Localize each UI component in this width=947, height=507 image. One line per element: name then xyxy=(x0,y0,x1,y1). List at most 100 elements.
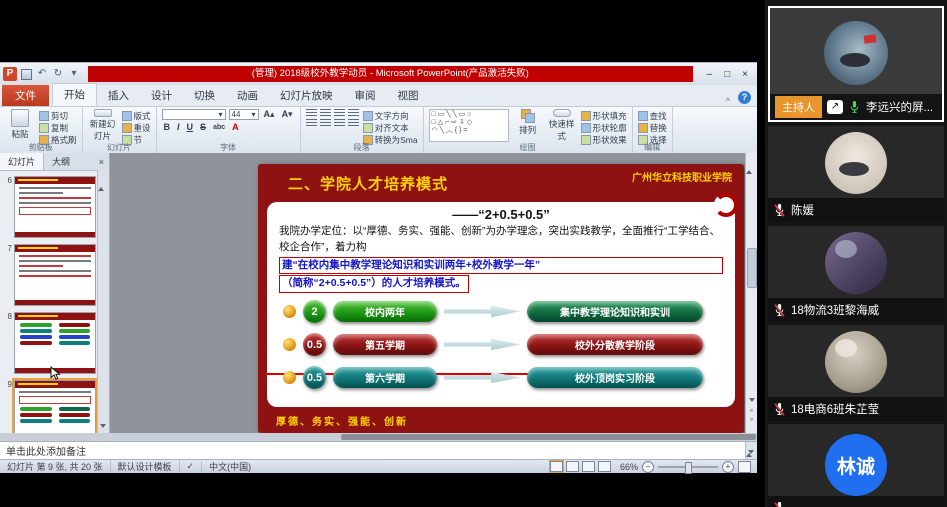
reading-view-icon[interactable] xyxy=(582,461,595,472)
thumbnail-slide-7[interactable] xyxy=(14,244,96,306)
bullets-icon[interactable] xyxy=(306,109,317,117)
pane-splitter[interactable] xyxy=(0,433,757,441)
next-slide-button[interactable]: » xyxy=(750,417,753,423)
reset-button[interactable]: 重设 xyxy=(122,122,151,134)
tab-view[interactable]: 视图 xyxy=(387,85,430,106)
scroll-down-icon[interactable] xyxy=(100,424,106,428)
tab-review[interactable]: 审阅 xyxy=(344,85,387,106)
tab-design[interactable]: 设计 xyxy=(140,85,183,106)
tab-animations[interactable]: 动画 xyxy=(226,85,269,106)
italic-button[interactable]: I xyxy=(175,122,182,132)
participant-tile-host[interactable]: 主持人 李远兴的屏... xyxy=(768,6,944,122)
zoom-slider-thumb[interactable] xyxy=(685,462,692,474)
scroll-down-icon[interactable] xyxy=(749,398,755,402)
theme-name[interactable]: 默认设计模板 xyxy=(111,460,180,473)
scroll-up-icon[interactable] xyxy=(98,170,104,191)
minimize-button[interactable]: – xyxy=(707,69,713,80)
grow-font-icon[interactable]: A▴ xyxy=(262,109,277,120)
strikethrough-button[interactable]: S xyxy=(198,122,208,132)
thumbnail-slide-6[interactable] xyxy=(14,176,96,238)
shapes-gallery[interactable]: □ ▭ ╲ ╲ ▭ ○ □ △ ⌐ ⇨ ⇩ ◇ ◠ ╲ ︿ { } = xyxy=(429,109,509,142)
scroll-down-icon[interactable] xyxy=(748,450,754,454)
slide-counter: 幻灯片 第 9 张, 共 20 张 xyxy=(0,460,111,473)
undo-icon[interactable] xyxy=(36,68,48,80)
current-slide[interactable]: 二、学院人才培养模式 广州华立科技职业学院 ——“2+0.5+0.5” 我院办学… xyxy=(258,164,744,433)
tab-insert[interactable]: 插入 xyxy=(97,85,140,106)
participant-tile[interactable]: 陈媛 xyxy=(768,126,944,222)
zoom-level[interactable]: 66% xyxy=(620,462,638,472)
tab-file[interactable]: 文件 xyxy=(2,85,49,106)
notes-pane[interactable]: 单击此处添加备注 xyxy=(0,441,757,459)
bold-button[interactable]: B xyxy=(162,122,173,132)
font-name-combobox[interactable]: ▾ xyxy=(162,109,226,120)
indent-increase-icon[interactable] xyxy=(348,109,359,117)
language-indicator[interactable]: 中文(中国) xyxy=(202,460,258,473)
arrange-button[interactable]: 排列 xyxy=(513,109,543,142)
font-size-combobox[interactable]: 44▾ xyxy=(229,109,259,120)
participant-tile[interactable]: 18电商6班朱芷莹 xyxy=(768,325,944,421)
previous-slide-button[interactable]: « xyxy=(750,408,753,414)
paste-button[interactable]: 粘贴 xyxy=(5,109,35,142)
find-button[interactable]: 查找 xyxy=(638,110,667,122)
align-left-icon[interactable] xyxy=(306,119,317,127)
restore-button[interactable]: □ xyxy=(724,69,730,80)
notes-scrollbar[interactable] xyxy=(745,442,757,459)
zoom-out-button[interactable]: − xyxy=(642,461,654,473)
participant-tile[interactable]: 18物流3班黎海威 xyxy=(768,226,944,322)
copy-button[interactable]: 复制 xyxy=(39,122,77,134)
tab-home[interactable]: 开始 xyxy=(52,83,97,106)
powerpoint-app-icon[interactable]: P xyxy=(3,67,17,81)
thumbnail-slide-8[interactable] xyxy=(14,312,96,374)
scrollbar-thumb[interactable] xyxy=(747,248,757,288)
close-button[interactable]: × xyxy=(742,69,748,80)
vertical-scrollbar[interactable]: « » xyxy=(745,153,757,433)
tab-slideshow[interactable]: 幻灯片放映 xyxy=(269,85,344,106)
fit-to-window-icon[interactable] xyxy=(738,461,751,473)
text-direction-button[interactable]: 文字方向 xyxy=(363,110,418,122)
slideshow-view-icon[interactable] xyxy=(598,461,611,472)
zoom-in-button[interactable]: + xyxy=(722,461,734,473)
window-title: (管理) 2018级校外教学动员 - Microsoft PowerPoint(… xyxy=(88,66,693,82)
indent-decrease-icon[interactable] xyxy=(334,109,345,117)
slide-canvas[interactable]: 二、学院人才培养模式 广州华立科技职业学院 ——“2+0.5+0.5” 我院办学… xyxy=(110,153,745,433)
tab-slides[interactable]: 幻灯片 xyxy=(0,153,44,170)
panel-scrollbar[interactable] xyxy=(97,170,109,433)
help-icon[interactable]: ? xyxy=(738,91,751,104)
cut-button[interactable]: 剪切 xyxy=(39,110,77,122)
tab-outline[interactable]: 大纲 xyxy=(44,153,78,170)
cut-icon xyxy=(39,111,49,121)
group-font: ▾ 44▾ A▴ A▾ B I U S abc A 字体 xyxy=(157,107,301,153)
thumbnail-slide-9-selected[interactable] xyxy=(14,380,96,433)
tab-transitions[interactable]: 切换 xyxy=(183,85,226,106)
shadow-button[interactable]: abc xyxy=(211,124,227,131)
status-bar: 幻灯片 第 9 张, 共 20 张 默认设计模板 ✓ 中文(中国) 66% − … xyxy=(0,459,757,473)
zoom-slider[interactable] xyxy=(658,466,718,468)
align-center-icon[interactable] xyxy=(320,119,331,127)
font-group-label: 字体 xyxy=(157,142,300,153)
normal-view-icon[interactable] xyxy=(550,461,563,472)
shape-fill-button[interactable]: 形状填充 xyxy=(581,110,627,122)
shrink-font-icon[interactable]: A▾ xyxy=(280,109,295,120)
spellcheck-icon[interactable]: ✓ xyxy=(180,461,203,472)
shape-outline-button[interactable]: 形状轮廓 xyxy=(581,122,627,134)
participant-name-bar: 18电商6班朱芷莹 xyxy=(768,397,944,421)
scroll-up-icon[interactable] xyxy=(746,153,752,174)
layout-button[interactable]: 版式 xyxy=(122,110,151,122)
slide-sorter-view-icon[interactable] xyxy=(566,461,579,472)
replace-button[interactable]: 替换 xyxy=(638,122,667,134)
participant-tile[interactable]: 林诚 xyxy=(768,424,944,507)
underline-button[interactable]: U xyxy=(185,122,196,132)
align-right-icon[interactable] xyxy=(334,119,345,127)
redo-icon[interactable] xyxy=(52,68,64,80)
numbering-icon[interactable] xyxy=(320,109,331,117)
screen-share-icon xyxy=(827,100,843,114)
font-color-button[interactable]: A xyxy=(230,122,241,132)
panel-close-icon[interactable]: × xyxy=(94,157,109,167)
minimize-ribbon-icon[interactable]: ^ xyxy=(726,96,730,106)
justify-icon[interactable] xyxy=(348,119,359,127)
align-text-button[interactable]: 对齐文本 xyxy=(363,122,418,134)
new-slide-button[interactable]: 新建幻灯片 xyxy=(88,109,118,142)
qat-customize-icon[interactable] xyxy=(68,68,80,80)
quick-styles-button[interactable]: 快速样式 xyxy=(547,109,577,142)
save-icon[interactable] xyxy=(21,69,32,80)
